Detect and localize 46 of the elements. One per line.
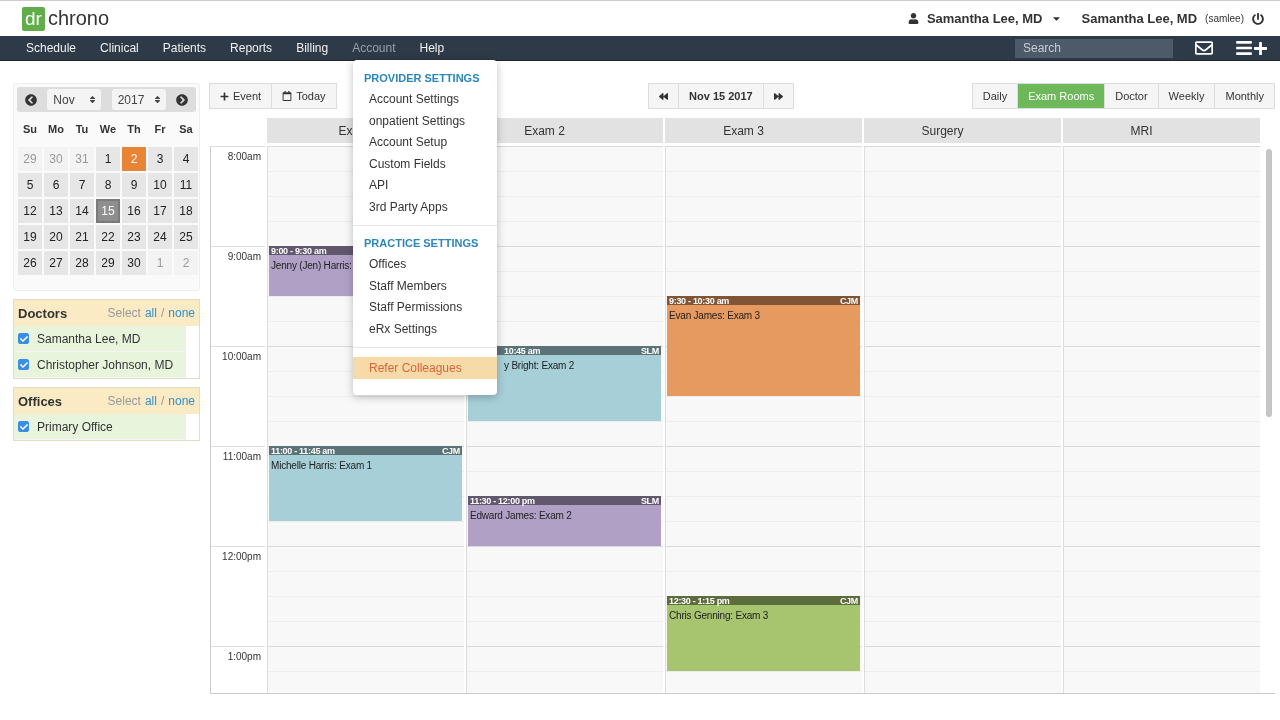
weekday-label: Tu (74, 122, 90, 137)
room-header: Exam 3 (665, 118, 862, 143)
appointment-title: Michelle Harris: Exam 1 (270, 459, 373, 472)
provider-initials: CJM (441, 446, 460, 456)
signed-in-login: (samlee) (1205, 13, 1244, 24)
select-label: Select (107, 306, 141, 320)
provider-initials: SLM (640, 346, 659, 356)
provider-initials: CJM (839, 596, 858, 606)
logo-text: chrono (47, 7, 110, 30)
room-header: MRI (1063, 118, 1260, 143)
menu-heading: PROVIDER SETTINGS (363, 71, 481, 86)
weekday-label: Th (126, 122, 142, 137)
panel-title: Offices (18, 393, 63, 409)
logo-mark: dr (22, 6, 45, 31)
provider-initials: SLM (640, 496, 659, 506)
provider-initials: CJM (839, 296, 858, 306)
hour-label: 11:00am (211, 446, 265, 546)
weekday-label: Su (21, 122, 39, 137)
appointment-time: 11:30 - 12:00 pm (470, 496, 535, 506)
weekday-label: Sa (178, 122, 194, 137)
appointment-time: 11:00 - 11:45 am (271, 446, 335, 456)
signed-in-name: Samantha Lee, MD (1081, 11, 1198, 26)
appointment-time: 10:45 am (504, 346, 541, 356)
weekday-label: Fr (153, 122, 167, 137)
appointment-time: 9:30 - 10:30 am (669, 296, 730, 306)
appointment-time: 9:00 - 9:30 am (271, 246, 327, 256)
hour-label: 9:00am (211, 246, 265, 346)
appointment-title: y Bright: Exam 2 (503, 359, 576, 372)
separator: / (160, 306, 165, 320)
appointment-title: Edward James: Exam 2 (469, 509, 573, 522)
weekday-label: We (98, 122, 118, 137)
separator: / (160, 394, 165, 408)
room-header: Surgery (864, 118, 1061, 143)
panel-title: Doctors (18, 305, 68, 321)
hour-label: 10:00am (211, 346, 265, 446)
hour-label: 1:00pm (211, 646, 265, 693)
menu-heading: PRACTICE SETTINGS (363, 236, 480, 251)
appointment-title: Chris Genning: Exam 3 (668, 609, 770, 622)
appointment-time: 12:30 - 1:15 pm (669, 596, 730, 606)
select-label: Select (107, 394, 141, 408)
date-label: Nov 15 2017 (678, 83, 764, 109)
hour-label: 8:00am (211, 146, 265, 246)
appointment-title: Jenny (Jen) Harris: (270, 259, 353, 272)
hour-label: 12:00pm (211, 546, 265, 646)
weekday-label: Mo (47, 122, 65, 137)
appointment-title: Evan James: Exam 3 (668, 309, 761, 322)
